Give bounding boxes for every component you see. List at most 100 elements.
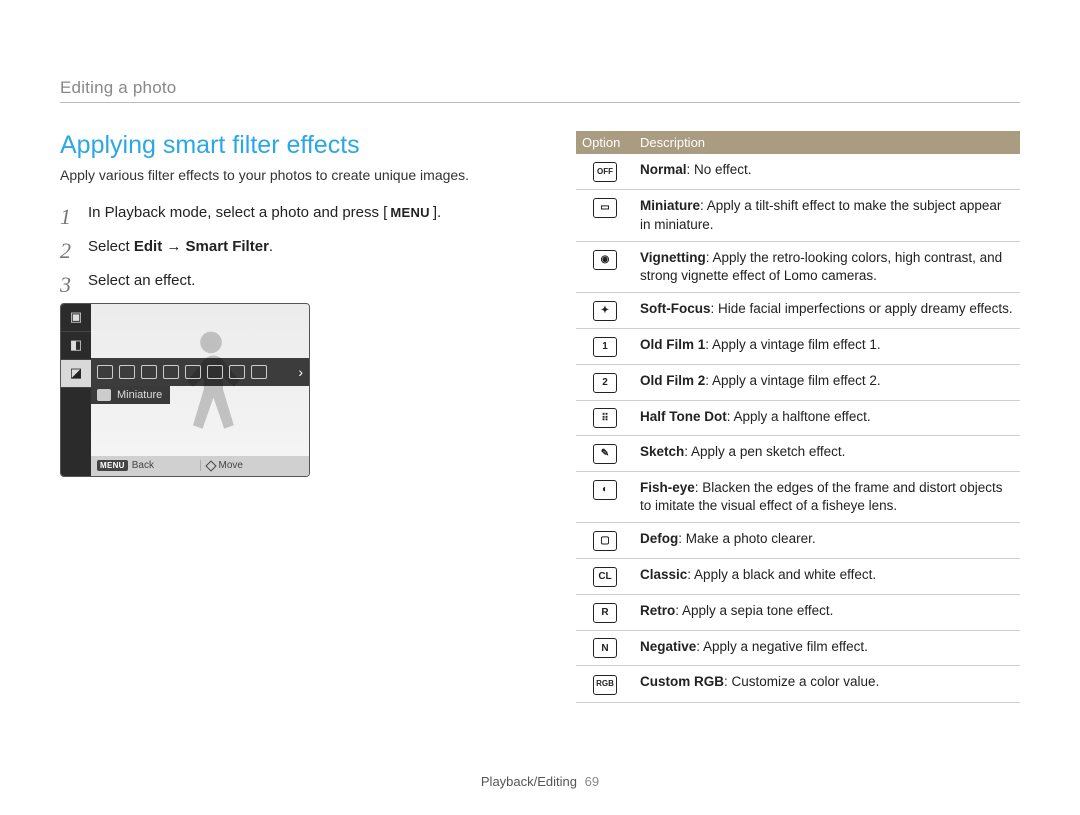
option-name: Old Film 2 <box>640 373 705 388</box>
table-row: ✎Sketch: Apply a pen sketch effect. <box>576 436 1020 472</box>
option-desc: : Customize a color value. <box>724 674 879 689</box>
table-row: CL Classic: Apply a black and white effec… <box>576 559 1020 595</box>
page-number: 69 <box>585 774 599 789</box>
option-icon: CL <box>593 567 617 587</box>
option-name: Old Film 1 <box>640 337 705 352</box>
step-2-pre: Select <box>88 238 134 255</box>
option-icon: N <box>593 638 617 658</box>
option-icon-cell: ▢ <box>576 523 634 559</box>
step-1: In Playback mode, select a photo and pre… <box>60 201 520 225</box>
option-icon-cell: CL <box>576 559 634 595</box>
steps-list: In Playback mode, select a photo and pre… <box>60 201 520 293</box>
filter-thumb-icon <box>119 365 135 379</box>
option-name: Defog <box>640 531 678 546</box>
option-name: Negative <box>640 639 696 654</box>
step-1-post: ]. <box>433 204 441 221</box>
side-tab-active: ◪ <box>61 360 91 388</box>
arrow-icon: → <box>162 238 185 255</box>
step-1-pre: In Playback mode, select a photo and pre… <box>88 204 387 221</box>
option-description-cell: Half Tone Dot: Apply a halftone effect. <box>634 400 1020 436</box>
option-icon: ◐ <box>593 480 617 500</box>
option-icon: ▢ <box>593 531 617 551</box>
section-title: Applying smart filter effects <box>60 131 520 160</box>
page-footer: Playback/Editing 69 <box>0 774 1080 789</box>
left-column: Applying smart filter effects Apply vari… <box>60 131 520 703</box>
chevron-right-icon: › <box>298 364 303 380</box>
option-description-cell: Defog: Make a photo clearer. <box>634 523 1020 559</box>
filter-thumb-icon <box>185 365 201 379</box>
option-description-cell: Negative: Apply a negative film effect. <box>634 630 1020 666</box>
option-icon-cell: ◉ <box>576 241 634 292</box>
table-row: 2 Old Film 2: Apply a vintage film effect… <box>576 364 1020 400</box>
option-desc: : Apply a halftone effect. <box>727 409 871 424</box>
option-icon: ✦ <box>593 301 617 321</box>
option-desc: : Apply a negative film effect. <box>696 639 868 654</box>
screenshot-filter-bar: › <box>91 358 309 386</box>
option-description-cell: Soft-Focus: Hide facial imperfections or… <box>634 293 1020 329</box>
option-icon-cell: RGB <box>576 666 634 702</box>
filter-thumb-icon <box>251 365 267 379</box>
step-2-edit: Edit <box>134 238 162 255</box>
option-icon: 2 <box>593 373 617 393</box>
step-2-smartfilter: Smart Filter <box>186 238 269 255</box>
option-description-cell: Classic: Apply a black and white effect. <box>634 559 1020 595</box>
camera-screenshot: ▣ ◧ ◪ <box>60 303 310 477</box>
step-2-post: . <box>269 238 273 255</box>
move-label: Move <box>219 460 243 471</box>
option-name: Miniature <box>640 198 700 213</box>
screenshot-footer-bar: MENU Back Move <box>91 456 309 476</box>
option-name: Sketch <box>640 444 684 459</box>
table-row: ▢ Defog: Make a photo clearer. <box>576 523 1020 559</box>
option-icon-cell: ◐ <box>576 472 634 523</box>
header-option: Option <box>576 131 634 154</box>
filter-thumb-icon <box>141 365 157 379</box>
option-desc: : No effect. <box>687 162 752 177</box>
option-name: Retro <box>640 603 675 618</box>
option-description-cell: Normal: No effect. <box>634 154 1020 190</box>
option-icon: RGB <box>593 675 617 695</box>
table-row: ▭ Miniature: Apply a tilt-shift effect to… <box>576 190 1020 241</box>
option-icon: ⠿ <box>593 408 617 428</box>
back-label: Back <box>132 460 154 471</box>
option-desc: : Blacken the edges of the frame and dis… <box>640 480 1002 513</box>
options-table: OFFNormal: No effect.▭Miniature: Apply a… <box>576 154 1020 703</box>
move-segment: Move <box>201 460 310 471</box>
screenshot-preview: › Miniature MENU Back Move <box>91 304 309 476</box>
content-columns: Applying smart filter effects Apply vari… <box>60 131 1020 703</box>
divider <box>60 102 1020 103</box>
option-icon: ▭ <box>593 198 617 218</box>
table-row: R Retro: Apply a sepia tone effect. <box>576 594 1020 630</box>
dpad-icon <box>205 460 216 471</box>
option-description-cell: Sketch: Apply a pen sketch effect. <box>634 436 1020 472</box>
option-icon-cell: N <box>576 630 634 666</box>
table-row: ⠿ Half Tone Dot: Apply a halftone effect. <box>576 400 1020 436</box>
option-desc: : Apply a vintage film effect 1. <box>705 337 880 352</box>
intro-text: Apply various filter effects to your pho… <box>60 166 520 185</box>
table-row: ◐ Fish-eye: Blacken the edges of the fram… <box>576 472 1020 523</box>
step-3: Select an effect. <box>60 269 520 293</box>
filter-thumb-icon <box>163 365 179 379</box>
option-desc: : Apply a vintage film effect 2. <box>705 373 880 388</box>
option-icon: ◉ <box>593 250 617 270</box>
option-description-cell: Custom RGB: Customize a color value. <box>634 666 1020 702</box>
table-row: ◉Vignetting: Apply the retro-looking col… <box>576 241 1020 292</box>
filter-thumb-icon <box>229 365 245 379</box>
option-icon: R <box>593 603 617 623</box>
option-desc: : Apply a pen sketch effect. <box>684 444 845 459</box>
option-description-cell: Miniature: Apply a tilt-shift effect to … <box>634 190 1020 241</box>
filter-thumb-icon <box>97 365 113 379</box>
option-description-cell: Fish-eye: Blacken the edges of the frame… <box>634 472 1020 523</box>
option-icon-cell: ✦ <box>576 293 634 329</box>
option-description-cell: Old Film 1: Apply a vintage film effect … <box>634 329 1020 365</box>
option-icon-cell: ✎ <box>576 436 634 472</box>
option-icon-cell: R <box>576 594 634 630</box>
option-desc: : Make a photo clearer. <box>678 531 815 546</box>
table-row: OFFNormal: No effect. <box>576 154 1020 190</box>
option-name: Half Tone Dot <box>640 409 727 424</box>
back-segment: MENU Back <box>91 460 201 471</box>
option-name: Normal <box>640 162 687 177</box>
filter-thumb-icon <box>207 365 223 379</box>
option-description-cell: Retro: Apply a sepia tone effect. <box>634 594 1020 630</box>
option-icon-cell: 1 <box>576 329 634 365</box>
table-row: RGB Custom RGB: Customize a color value. <box>576 666 1020 702</box>
